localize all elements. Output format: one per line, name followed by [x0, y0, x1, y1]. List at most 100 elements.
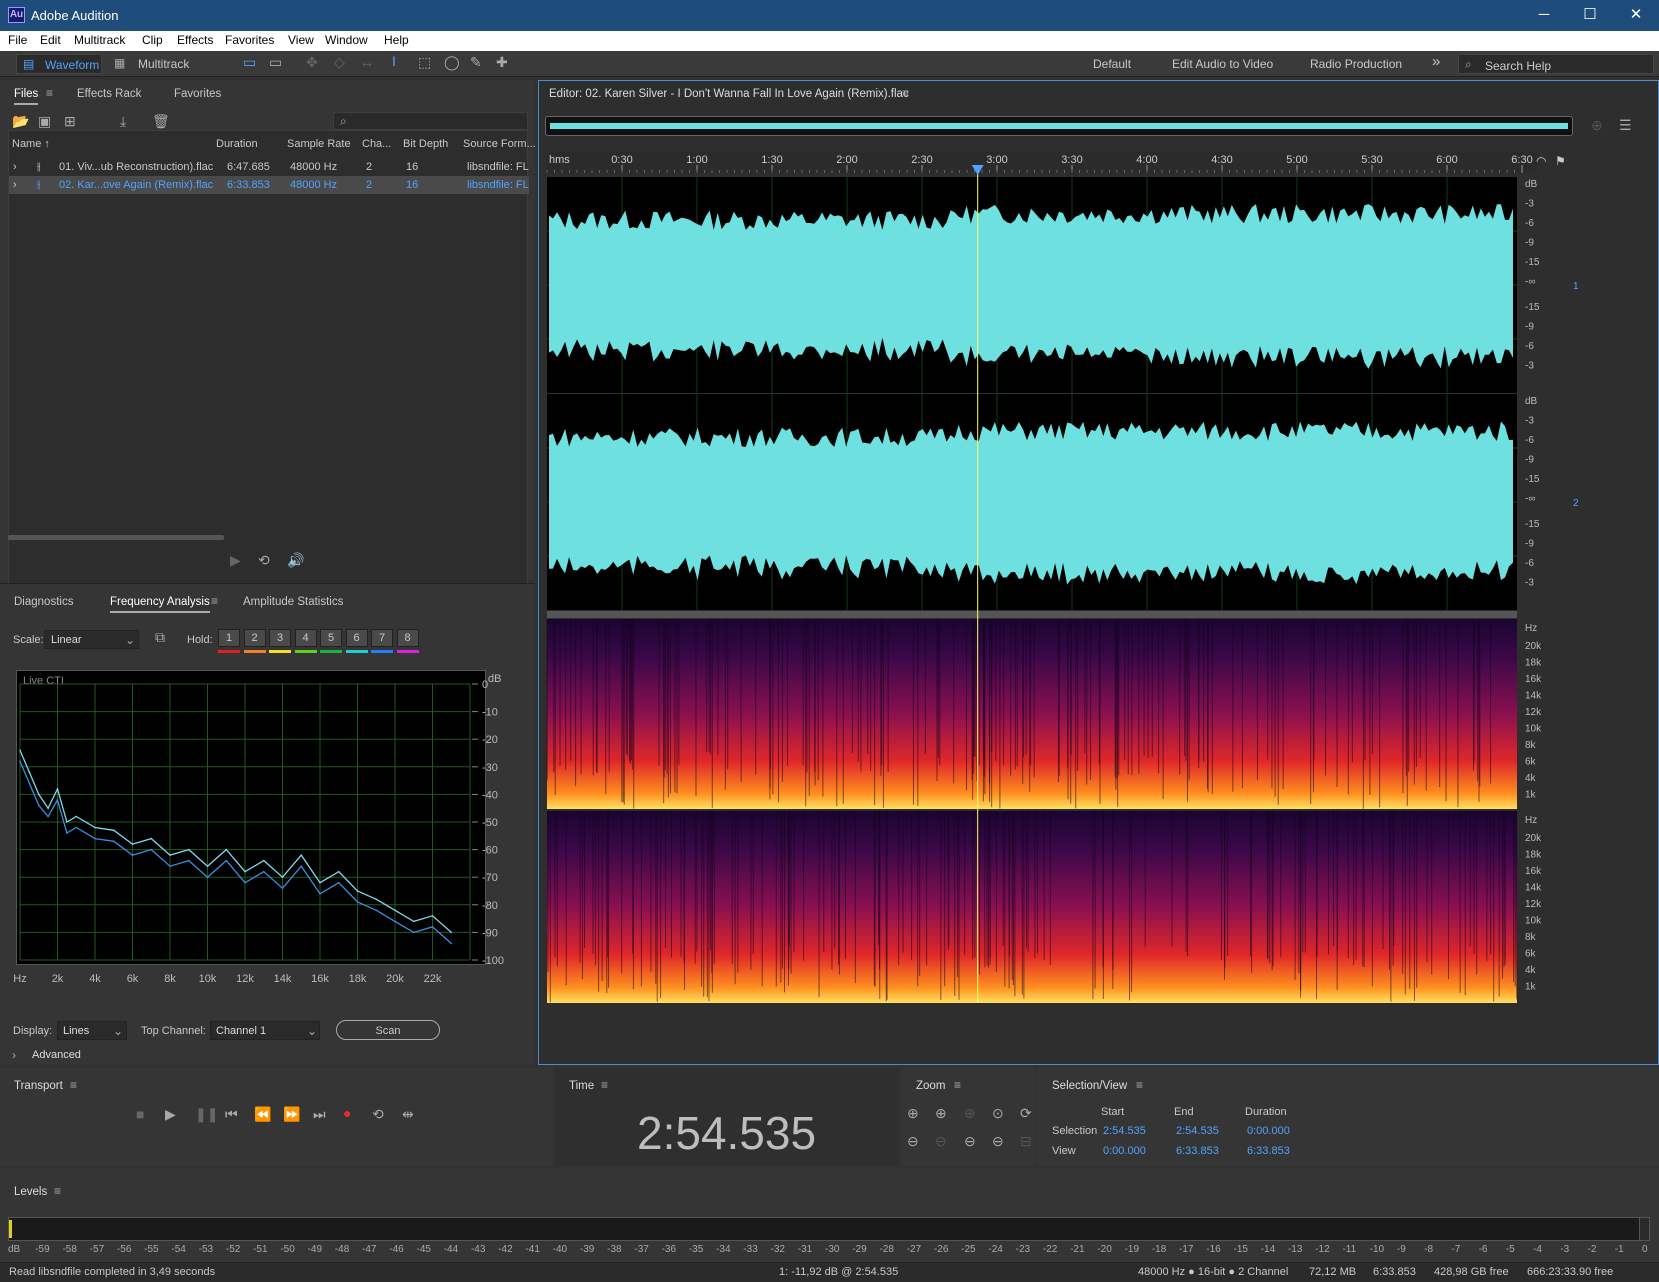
expand-icon[interactable]: › [13, 161, 17, 173]
time-selection-tool-icon[interactable]: I [392, 53, 396, 69]
zoom-to-selection-icon[interactable]: ⊕ [1591, 117, 1603, 134]
scan-button[interactable]: Scan [336, 1020, 440, 1040]
top-channel-select[interactable]: Channel 1 ⌄ [210, 1021, 320, 1040]
panel-menu-icon[interactable]: ≡ [211, 594, 218, 608]
delete-icon[interactable]: 🗑 [152, 113, 170, 130]
slip-tool-icon[interactable]: ↔ [360, 54, 374, 70]
file-row[interactable]: › ⫲ 01. Viv...ub Reconstruction).flac 6:… [9, 158, 529, 176]
view-duration[interactable]: 6:33.853 [1247, 1145, 1290, 1157]
razor-tool-icon[interactable]: ◇ [334, 54, 345, 71]
waveform-view-button[interactable]: ▤ Waveform [16, 54, 102, 74]
hold-button-5[interactable]: 5 [320, 629, 342, 647]
panel-menu-icon[interactable]: ≡ [601, 1078, 608, 1092]
multitrack-view-button[interactable]: ▦ Multitrack [112, 54, 202, 74]
new-file-icon[interactable]: ⊞ [64, 113, 76, 130]
spectral-divider[interactable] [547, 611, 1517, 618]
workspace-default[interactable]: Default [1093, 57, 1131, 71]
clip-indicator[interactable] [1639, 1217, 1650, 1241]
skip-selection-icon[interactable]: ⇹ [402, 1106, 414, 1123]
selection-duration[interactable]: 0:00.000 [1247, 1125, 1290, 1137]
files-horizontal-scrollbar[interactable] [8, 535, 224, 540]
fast-forward-icon[interactable]: ⏩ [283, 1106, 300, 1123]
column-channels[interactable]: Cha... [362, 138, 391, 150]
files-search-input[interactable]: ⌕ [333, 112, 528, 130]
rewind-icon[interactable]: ⏪ [254, 1106, 271, 1123]
menu-edit[interactable]: Edit [40, 33, 61, 47]
scale-select[interactable]: Linear ⌄ [44, 630, 139, 649]
expand-icon[interactable]: › [13, 179, 17, 191]
menu-file[interactable]: File [8, 33, 27, 47]
view-end[interactable]: 6:33.853 [1176, 1145, 1219, 1157]
selection-end[interactable]: 2:54.535 [1176, 1125, 1219, 1137]
tab-favorites[interactable]: Favorites [174, 88, 221, 100]
panel-menu-icon[interactable]: ≡ [54, 1184, 61, 1198]
loop-playback-icon[interactable]: ⟲ [372, 1106, 384, 1123]
lasso-tool-icon[interactable]: ◯ [444, 54, 460, 71]
minimize-button[interactable]: ─ [1521, 0, 1567, 31]
menu-help[interactable]: Help [384, 33, 409, 47]
menu-view[interactable]: View [288, 33, 314, 47]
spectrogram-channel-2[interactable] [547, 811, 1517, 1003]
pitch-display-icon[interactable]: ▭ [269, 54, 282, 71]
zoom-selection-icon[interactable]: ⊙ [992, 1105, 1004, 1122]
play-preview-icon[interactable]: ▶ [230, 552, 241, 569]
hold-button-1[interactable]: 1 [218, 629, 240, 647]
column-bit-depth[interactable]: Bit Depth [403, 138, 448, 150]
marquee-tool-icon[interactable]: ⬚ [418, 54, 431, 71]
zoom-out-left-icon[interactable]: ⊖ [964, 1133, 976, 1150]
column-duration[interactable]: Duration [216, 138, 258, 150]
loop-preview-icon[interactable]: ⟲ [258, 552, 270, 569]
zoom-out-right-icon[interactable]: ⊟ [1020, 1133, 1032, 1150]
pause-icon[interactable]: ❚❚ [195, 1106, 218, 1123]
skip-to-end-icon[interactable]: ⏭ [313, 1106, 326, 1123]
zoom-in-left-icon[interactable]: ⊕ [964, 1105, 976, 1122]
more-workspaces-icon[interactable]: » [1432, 53, 1440, 70]
view-start[interactable]: 0:00.000 [1103, 1145, 1146, 1157]
zoom-reset-icon[interactable]: ⟳ [1020, 1105, 1032, 1122]
tab-diagnostics[interactable]: Diagnostics [14, 596, 73, 608]
search-help-field[interactable]: ⌕ Search Help [1458, 54, 1654, 74]
zoom-out-full-icon[interactable]: ⊖ [992, 1133, 1004, 1150]
skip-to-start-icon[interactable]: ⏮ [225, 1106, 238, 1123]
workspace-edit-audio-to-video[interactable]: Edit Audio to Video [1172, 57, 1273, 71]
headphone-icon[interactable]: ◠ [1536, 154, 1546, 168]
spot-healing-tool-icon[interactable]: ✚ [496, 54, 508, 71]
hold-button-2[interactable]: 2 [243, 629, 266, 647]
advanced-toggle[interactable]: Advanced [32, 1049, 81, 1061]
panel-menu-icon[interactable]: ≡ [70, 1078, 77, 1092]
menu-multitrack[interactable]: Multitrack [74, 33, 125, 47]
move-tool-icon[interactable]: ✥ [306, 54, 318, 71]
save-file-icon[interactable]: ⤓ [120, 113, 126, 130]
time-display[interactable]: 2:54.535 [637, 1106, 816, 1160]
tab-frequency-analysis[interactable]: Frequency Analysis [110, 596, 210, 613]
expand-advanced-icon[interactable]: › [12, 1048, 16, 1062]
selection-start[interactable]: 2:54.535 [1103, 1125, 1146, 1137]
menu-favorites[interactable]: Favorites [225, 33, 274, 47]
hold-button-8[interactable]: 8 [396, 629, 419, 647]
hold-button-4[interactable]: 4 [294, 629, 317, 647]
stop-icon[interactable]: ■ [136, 1106, 144, 1122]
play-icon[interactable]: ▶ [165, 1106, 176, 1123]
column-sample-rate[interactable]: Sample Rate [287, 138, 351, 150]
brush-tool-icon[interactable]: ✎ [470, 54, 482, 71]
marker-icon[interactable]: ⚑ [1555, 154, 1566, 168]
panel-menu-icon[interactable]: ≡ [46, 86, 53, 100]
log-scale-icon[interactable]: ⧉ [155, 629, 165, 646]
tab-effects-rack[interactable]: Effects Rack [77, 88, 141, 100]
close-button[interactable]: ✕ [1613, 0, 1659, 31]
overview-navigator[interactable] [545, 116, 1573, 136]
zoom-out-time-icon[interactable]: ⊖ [935, 1133, 947, 1150]
display-select[interactable]: Lines ⌄ [57, 1021, 127, 1040]
tab-amplitude-statistics[interactable]: Amplitude Statistics [243, 596, 343, 608]
view-options-icon[interactable]: ☰ [1619, 117, 1632, 134]
panel-menu-icon[interactable]: ≡ [954, 1078, 961, 1092]
tab-files[interactable]: Files [14, 88, 39, 105]
spectrogram-channel-1[interactable] [547, 619, 1517, 809]
channel-badge[interactable]: 2 [1573, 498, 1579, 509]
zoom-in-time-icon[interactable]: ⊕ [935, 1105, 947, 1122]
channel-badge[interactable]: 1 [1573, 281, 1579, 292]
workspace-radio-production[interactable]: Radio Production [1310, 57, 1402, 71]
menu-effects[interactable]: Effects [177, 33, 213, 47]
column-name[interactable]: Name ↑ [12, 138, 50, 150]
panel-menu-icon[interactable]: ≡ [902, 86, 909, 100]
